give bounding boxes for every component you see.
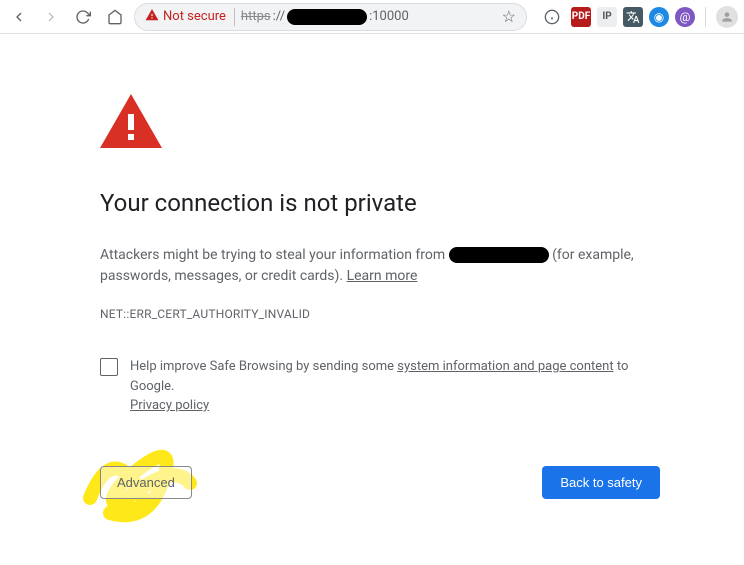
privacy-policy-link[interactable]: Privacy policy	[130, 398, 209, 413]
url-port: :10000	[369, 9, 409, 24]
large-warning-icon	[100, 94, 680, 155]
advanced-button[interactable]: Advanced	[100, 466, 192, 499]
optin-link[interactable]: system information and page content	[397, 359, 613, 374]
url-display: https :// :10000	[241, 9, 409, 25]
extension-blue-icon[interactable]: ◉	[649, 7, 669, 27]
safe-browsing-optin: Help improve Safe Browsing by sending so…	[100, 357, 660, 416]
button-row: Advanced Back to safety	[100, 466, 660, 499]
redacted-host-inline	[449, 247, 549, 263]
url-scheme: https	[241, 9, 271, 24]
address-bar[interactable]: Not secure https :// :10000 ☆	[134, 3, 527, 31]
extension-purple-icon[interactable]: @	[675, 7, 695, 27]
back-to-safety-button[interactable]: Back to safety	[542, 466, 660, 499]
extension-translate-icon[interactable]	[623, 7, 643, 27]
browser-toolbar: Not secure https :// :10000 ☆ PDF IP ◉ @	[0, 0, 744, 34]
profile-avatar-icon[interactable]	[716, 6, 738, 28]
extension-row: PDF IP ◉ @	[539, 4, 738, 30]
reload-icon[interactable]	[70, 4, 96, 30]
redacted-host	[287, 9, 367, 25]
optin-prefix: Help improve Safe Browsing by sending so…	[130, 359, 394, 374]
toolbar-divider	[705, 7, 706, 27]
learn-more-link[interactable]: Learn more	[347, 268, 418, 284]
site-info-icon[interactable]	[539, 4, 565, 30]
url-sep: ://	[273, 9, 285, 24]
optin-checkbox[interactable]	[100, 358, 118, 376]
ssl-interstitial: Your connection is not private Attackers…	[0, 34, 680, 499]
extension-pdf-icon[interactable]: PDF	[571, 7, 591, 27]
forward-icon[interactable]	[38, 4, 64, 30]
warning-triangle-icon	[145, 8, 159, 26]
back-icon[interactable]	[6, 4, 32, 30]
page-headline: Your connection is not private	[100, 185, 680, 221]
not-secure-label: Not secure	[163, 9, 226, 24]
security-chip: Not secure	[145, 8, 235, 26]
extension-ip-icon[interactable]: IP	[597, 7, 617, 27]
home-icon[interactable]	[102, 4, 128, 30]
error-code: NET::ERR_CERT_AUTHORITY_INVALID	[100, 305, 680, 323]
warning-body: Attackers might be trying to steal your …	[100, 245, 660, 287]
bookmark-star-icon[interactable]: ☆	[502, 7, 516, 26]
optin-text: Help improve Safe Browsing by sending so…	[130, 357, 660, 416]
body-prefix: Attackers might be trying to steal your …	[100, 247, 445, 263]
